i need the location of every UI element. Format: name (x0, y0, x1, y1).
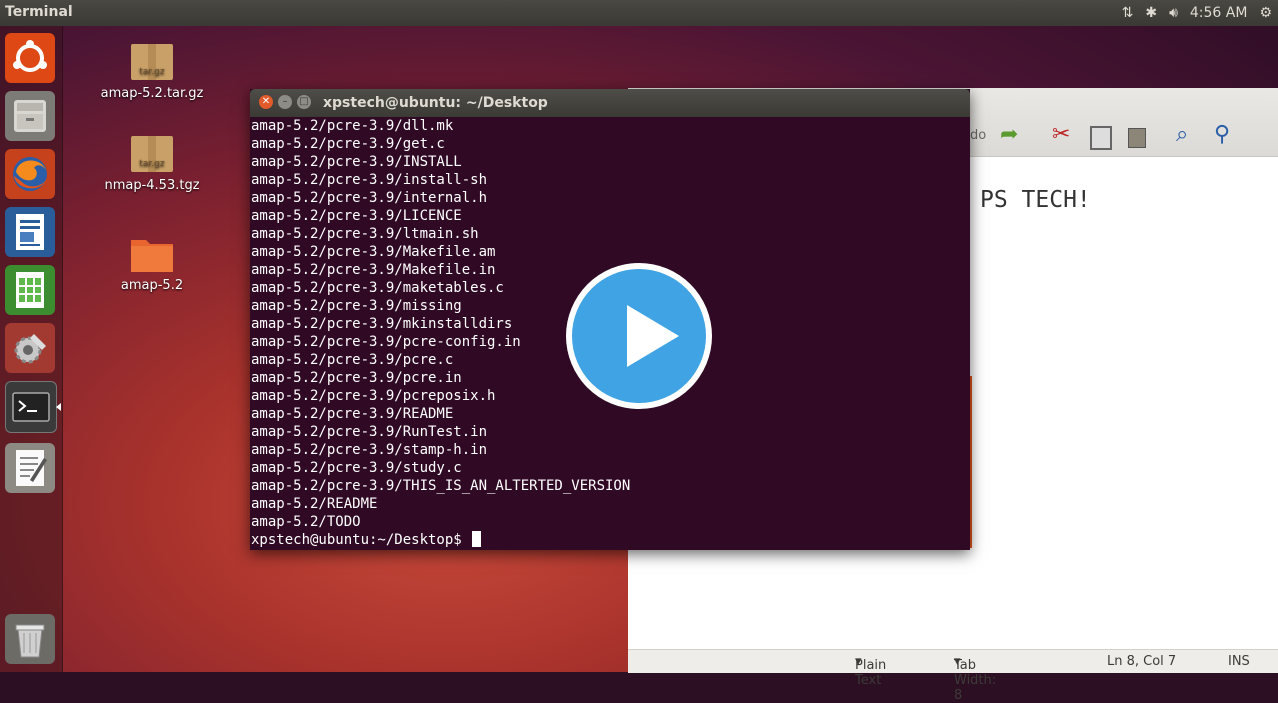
terminal-line: amap-5.2/pcre-3.9/INSTALL (251, 154, 462, 170)
terminal-title: xpstech@ubuntu: ~/Desktop (323, 95, 548, 111)
terminal-prompt-line[interactable]: xpstech@ubuntu:~/Desktop$ (251, 531, 969, 549)
terminal-line: amap-5.2/pcre-3.9/dll.mk (251, 118, 454, 134)
desktop-icon-label: amap-5.2.tar.gz (100, 86, 204, 101)
cursor-position: Ln 8, Col 7 (1107, 654, 1177, 669)
gear-icon[interactable]: ⚙ (1259, 5, 1272, 21)
desktop-icon-label: amap-5.2 (120, 278, 184, 293)
terminal-line: amap-5.2/TODO (251, 514, 361, 530)
svg-text:tar.gz: tar.gz (139, 67, 164, 77)
terminal-line: amap-5.2/pcre-3.9/study.c (251, 460, 462, 476)
maximize-button[interactable]: □ (297, 95, 311, 109)
terminal-prompt: xpstech@ubuntu:~/Desktop$ (251, 532, 462, 548)
cut-icon[interactable]: ✂ (1052, 122, 1070, 147)
editor-content: PS TECH! (980, 187, 1091, 213)
launcher (0, 26, 63, 672)
terminal-icon[interactable] (5, 381, 57, 433)
desktop-icon-amap-folder[interactable]: amap-5.2 (92, 234, 212, 293)
ubuntu-dash-icon[interactable] (5, 33, 55, 83)
folder-icon (130, 234, 174, 274)
firefox-icon[interactable] (5, 149, 55, 199)
system-tray: ⇅ ✱ 🔊︎ 4:56 AM ⚙ (1122, 0, 1278, 26)
terminal-line: amap-5.2/pcre-3.9/LICENCE (251, 208, 462, 224)
system-settings-icon[interactable] (5, 323, 55, 373)
bluetooth-icon[interactable]: ✱ (1145, 5, 1157, 21)
svg-text:tar.gz: tar.gz (139, 159, 164, 169)
terminal-line: amap-5.2/README (251, 496, 378, 512)
replace-icon[interactable]: ⚲ (1214, 122, 1230, 147)
terminal-line: amap-5.2/pcre-3.9/internal.h (251, 190, 488, 206)
desktop-icon-label: nmap-4.53.tgz (104, 178, 200, 193)
toolbar-partial-label: do (970, 128, 987, 143)
close-button[interactable]: ✕ (259, 95, 273, 109)
terminal-cursor (472, 531, 482, 547)
terminal-titlebar[interactable]: ✕ – □ xpstech@ubuntu: ~/Desktop (250, 89, 970, 117)
redo-icon[interactable]: ➦ (1000, 122, 1018, 147)
terminal-line: amap-5.2/pcre-3.9/stamp-h.in (251, 442, 488, 458)
clock[interactable]: 4:56 AM (1190, 5, 1248, 21)
calc-icon[interactable] (5, 265, 55, 315)
terminal-line: amap-5.2/pcre-3.9/THIS_IS_AN_ALTERTED_VE… (251, 478, 631, 494)
top-panel: Terminal ⇅ ✱ 🔊︎ 4:56 AM ⚙ (0, 0, 1278, 26)
copy-icon[interactable] (1090, 126, 1112, 150)
tab-width-selector[interactable]: Tab Width: 8 ▾ (954, 654, 996, 703)
trash-icon[interactable] (5, 614, 55, 664)
active-indicator (56, 403, 61, 411)
syntax-selector[interactable]: Plain Text ▾ (855, 654, 886, 688)
writer-icon[interactable] (5, 207, 55, 257)
text-editor-icon[interactable] (5, 443, 55, 493)
play-button-circle (572, 269, 706, 403)
video-play-button[interactable] (566, 263, 712, 409)
desktop-icon-amap-archive[interactable]: tar.gz amap-5.2.tar.gz (92, 42, 212, 101)
terminal-line: amap-5.2/pcre-3.9/install-sh (251, 172, 488, 188)
syntax-label: Plain Text (855, 658, 887, 688)
active-app-title: Terminal (5, 4, 73, 20)
volume-icon[interactable]: 🔊︎ (1169, 5, 1178, 21)
desktop-icon-nmap-archive[interactable]: tar.gz nmap-4.53.tgz (92, 134, 212, 193)
terminal-line: amap-5.2/pcre-3.9/README (251, 406, 454, 422)
archive-icon: tar.gz (130, 42, 174, 82)
paste-icon[interactable] (1128, 128, 1146, 148)
play-icon (627, 305, 679, 367)
minimize-button[interactable]: – (278, 95, 292, 109)
archive-icon: tar.gz (130, 134, 174, 174)
insert-mode: INS (1228, 654, 1250, 669)
network-icon[interactable]: ⇅ (1122, 5, 1134, 21)
terminal-line: amap-5.2/pcre-3.9/RunTest.in (251, 424, 488, 440)
terminal-line: amap-5.2/pcre-3.9/Makefile.am (251, 244, 496, 260)
tab-width-label: Tab Width: 8 (954, 658, 997, 703)
terminal-line: amap-5.2/pcre-3.9/get.c (251, 136, 445, 152)
editor-statusbar: Plain Text ▾ Tab Width: 8 ▾ Ln 8, Col 7 … (628, 649, 1278, 703)
files-icon[interactable] (5, 91, 55, 141)
terminal-line: amap-5.2/pcre-3.9/ltmain.sh (251, 226, 479, 242)
search-icon[interactable]: ⌕ (1176, 122, 1188, 147)
